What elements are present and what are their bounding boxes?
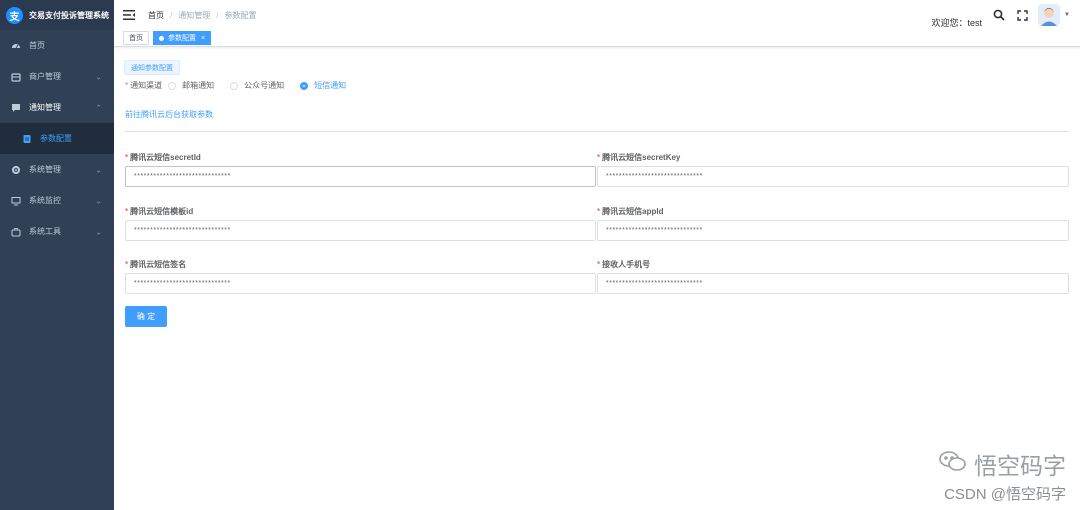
main-content: 通知参数配置 * 通知渠道 邮箱通知 公众号通知 短信通知 前往腾讯云后台获取参… (114, 48, 1080, 510)
field-label-sign: * 腾讯云短信签名 (125, 259, 596, 270)
brand-title: 交易支付投诉管理系统 (29, 10, 109, 20)
tag-home[interactable]: 首页 (123, 31, 149, 45)
tag-param-config[interactable]: 参数配置 × (153, 31, 212, 45)
sidebar-item-label: 商户管理 (29, 72, 61, 81)
field-label-template-id: * 腾讯云短信模板id (125, 206, 596, 217)
field-label-secret-key: * 腾讯云短信secretKey (597, 152, 1069, 163)
radio-label: 公众号通知 (244, 81, 285, 90)
sidebar: 支 交易支付投诉管理系统 首页 商户管理 ⌄ 通知管理 ⌃ 参数配置 系统管理 … (0, 0, 114, 510)
radio-email[interactable]: 邮箱通知 (168, 80, 214, 91)
chevron-down-icon: ⌄ (95, 227, 102, 236)
required-mark: * (125, 81, 129, 90)
sidebar-item-label: 参数配置 (40, 134, 72, 143)
chevron-down-icon: ⌄ (95, 165, 102, 174)
sidebar-item-monitor[interactable]: 系统监控 ⌄ (0, 185, 114, 216)
confirm-button[interactable]: 确 定 (125, 306, 167, 327)
hamburger-icon[interactable] (123, 10, 135, 20)
breadcrumb-separator: / (170, 10, 173, 20)
tag-label: 首页 (129, 35, 143, 42)
sidebar-item-system[interactable]: 系统管理 ⌄ (0, 154, 114, 185)
radio-ring (230, 81, 239, 90)
active-dot-icon (159, 35, 164, 41)
required-mark: * (597, 153, 601, 162)
required-mark: * (125, 153, 129, 162)
store-icon (11, 72, 21, 82)
search-icon[interactable] (992, 8, 1006, 22)
chevron-down-icon: ⌄ (95, 72, 102, 81)
sign-input[interactable]: ****************************** (125, 273, 596, 294)
field-label-app-id: * 腾讯云短信appId (597, 206, 1069, 217)
required-mark: * (597, 260, 601, 269)
divider (125, 131, 1069, 132)
label-text: 腾讯云短信secretKey (602, 153, 681, 162)
brand-logo: 支 (6, 6, 23, 24)
secret-key-input[interactable]: ****************************** (597, 166, 1069, 187)
sidebar-item-label: 首页 (29, 41, 45, 50)
breadcrumb-separator: / (216, 10, 219, 20)
required-mark: * (597, 207, 601, 216)
radio-ring (168, 81, 177, 90)
template-id-input[interactable]: ****************************** (125, 220, 596, 241)
field-label-phone: * 接收人手机号 (597, 259, 1069, 270)
sidebar-item-home[interactable]: 首页 (0, 30, 114, 61)
header-right: 欢迎您：test ▼ (932, 0, 1070, 30)
label-text: 接收人手机号 (602, 260, 651, 269)
dashboard-icon (11, 41, 21, 51)
app-root: 支 交易支付投诉管理系统 首页 商户管理 ⌄ 通知管理 ⌃ 参数配置 系统管理 … (0, 0, 1080, 510)
label-text: 腾讯云短信模板id (130, 207, 194, 216)
radio-label: 短信通知 (314, 81, 347, 90)
tencent-cloud-link[interactable]: 前往腾讯云后台获取参数 (125, 109, 213, 120)
welcome-text: 欢迎您：test (931, 17, 983, 28)
label-text: 腾讯云短信secretId (130, 153, 201, 162)
radio-wechat[interactable]: 公众号通知 (230, 80, 284, 91)
document-icon (22, 134, 32, 144)
breadcrumb-home[interactable]: 首页 (148, 10, 164, 21)
sidebar-item-label: 系统管理 (29, 165, 61, 174)
watermark: 悟空码字 CSDN @悟空码字 (938, 447, 1066, 504)
monitor-icon (11, 196, 21, 206)
submenu-notify: 参数配置 (0, 123, 114, 154)
sidebar-item-label: 系统工具 (29, 227, 61, 236)
label-text: 腾讯云短信签名 (130, 260, 187, 269)
secret-id-input[interactable]: ****************************** (125, 166, 596, 187)
label-text: 腾讯云短信appId (602, 207, 664, 216)
notify-config-tab[interactable]: 通知参数配置 (124, 60, 180, 75)
required-mark: * (125, 207, 129, 216)
gear-icon (11, 165, 21, 175)
phone-input[interactable]: ****************************** (597, 273, 1069, 294)
radio-ring (300, 81, 309, 90)
tag-label: 参数配置 (168, 35, 196, 42)
close-icon[interactable]: × (201, 35, 205, 42)
brand: 支 交易支付投诉管理系统 (0, 0, 114, 30)
sidebar-item-merchant[interactable]: 商户管理 ⌄ (0, 61, 114, 92)
breadcrumb-notify[interactable]: 通知管理 (178, 10, 210, 21)
radio-label: 邮箱通知 (182, 81, 215, 90)
channel-label: 通知渠道 (130, 81, 163, 90)
tags-view: 首页 参数配置 × (114, 30, 1080, 47)
watermark-text: 悟空码字 (974, 453, 1066, 479)
watermark-footer: CSDN @悟空码字 (944, 486, 1066, 503)
fullscreen-icon[interactable] (1015, 8, 1029, 22)
breadcrumb: 首页 / 通知管理 / 参数配置 (148, 10, 256, 21)
field-label-secret-id: * 腾讯云短信secretId (125, 152, 596, 163)
breadcrumb-current: 参数配置 (224, 10, 257, 20)
navbar: 首页 / 通知管理 / 参数配置 欢迎您：test ▼ (114, 0, 1080, 30)
sidebar-item-param-config[interactable]: 参数配置 (0, 123, 114, 154)
watermark-brand: 悟空码字 (938, 447, 1066, 481)
avatar[interactable] (1038, 4, 1061, 26)
toolbox-icon (11, 227, 21, 237)
app-id-input[interactable]: ****************************** (597, 220, 1069, 241)
sidebar-item-tools[interactable]: 系统工具 ⌄ (0, 216, 114, 247)
chevron-up-icon: ⌃ (95, 103, 102, 112)
channel-row: * 通知渠道 邮箱通知 公众号通知 短信通知 (125, 80, 362, 91)
caret-down-icon[interactable]: ▼ (1064, 12, 1070, 18)
chevron-down-icon: ⌄ (95, 196, 102, 205)
sidebar-item-notify[interactable]: 通知管理 ⌃ (0, 92, 114, 123)
required-mark: * (125, 260, 129, 269)
wechat-icon (938, 449, 968, 479)
sidebar-item-label: 通知管理 (29, 103, 61, 112)
radio-sms[interactable]: 短信通知 (300, 80, 346, 91)
sidebar-item-label: 系统监控 (29, 196, 61, 205)
message-icon (11, 103, 21, 113)
